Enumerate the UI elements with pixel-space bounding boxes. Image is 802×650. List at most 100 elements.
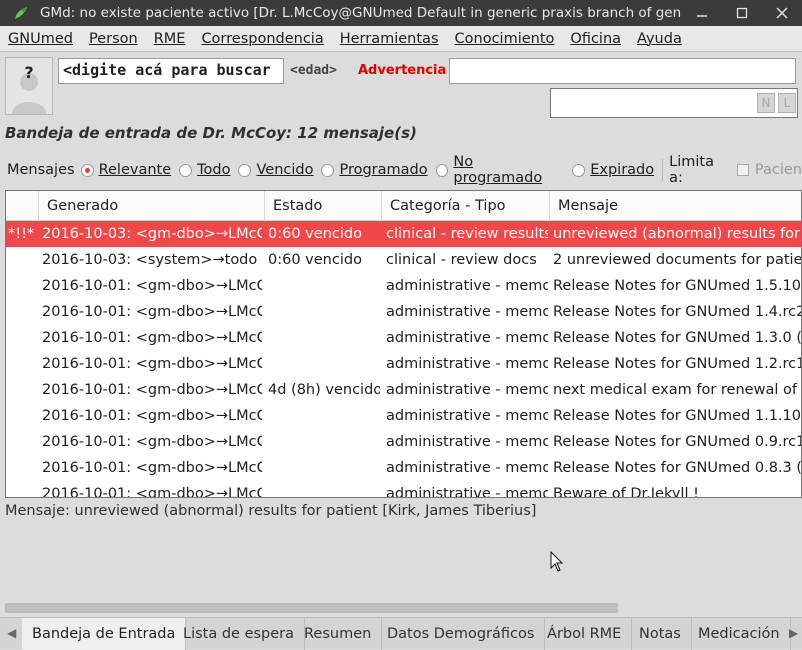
patient-search-input[interactable]: <digite acá para buscar — [58, 58, 284, 84]
tab-notas[interactable]: Notas — [629, 618, 692, 650]
tab-lista-espera[interactable]: Lista de espera — [173, 618, 306, 650]
table-row[interactable]: 2016-10-01: <gm-dbo>→LMcC administrative … — [6, 351, 802, 377]
minimize-icon — [697, 15, 707, 17]
menu-person[interactable]: Person — [81, 31, 146, 47]
table-row[interactable]: 2016-10-01: <gm-dbo>→LMcC administrative … — [6, 429, 801, 455]
cell-generated: 2016-10-01: <gm-dbo>→LMcC — [42, 304, 262, 320]
filter-vencido[interactable]: Vencido — [238, 162, 313, 178]
radio-icon — [435, 163, 449, 177]
cell-generated: 2016-10-01: <gm-dbo>→LMcC — [42, 330, 262, 346]
menu-herramientas[interactable]: Herramientas — [332, 31, 447, 47]
menu-conocimiento[interactable]: Conocimiento — [447, 31, 563, 47]
gnumed-logo-icon — [15, 7, 27, 19]
cell-flag — [8, 481, 38, 497]
menu-correspondencia[interactable]: Correspondencia — [193, 31, 331, 47]
cell-category: administrative - memo — [386, 356, 548, 372]
window-title: GMd: no existe paciente activo [Dr. L.Mc… — [40, 5, 682, 21]
cell-category: administrative - memo — [386, 460, 548, 476]
cell-message: Beware of Dr.Jekyll ! — [553, 486, 699, 498]
tab-medicacion[interactable]: Medicación — [688, 618, 791, 650]
close-icon — [776, 7, 788, 19]
filter-expirado[interactable]: Expirado — [572, 162, 654, 178]
cell-generated: 2016-10-01: <gm-dbo>→LMcC — [42, 382, 262, 398]
cell-category: administrative - memo — [386, 278, 548, 294]
cell-state — [268, 299, 380, 325]
limit-patient-checkbox[interactable] — [737, 164, 749, 176]
close-window-button[interactable] — [762, 0, 802, 26]
menu-gnumed[interactable]: GNUmed — [0, 31, 81, 47]
cell-flag — [8, 403, 38, 429]
radio-icon — [179, 163, 193, 177]
n-button[interactable]: N — [757, 93, 775, 113]
filter-programado[interactable]: Programado — [321, 162, 428, 178]
tab-datos-demograficos[interactable]: Datos Demográficos — [377, 618, 546, 650]
limit-label: Limita a: — [669, 154, 714, 186]
table-row[interactable]: 2016-10-01: <gm-dbo>→LMcC administrative … — [6, 403, 802, 429]
column-header-estado[interactable]: Estado — [264, 191, 381, 221]
cell-category: administrative - memo — [386, 304, 548, 320]
tab-scroll-left-icon[interactable]: ◀ — [7, 626, 16, 640]
cell-flag — [8, 325, 38, 351]
inbox-title: Bandeja de entrada de Dr. McCoy: 12 mens… — [5, 124, 417, 142]
menu-rme[interactable]: RME — [146, 31, 194, 47]
cell-message: Release Notes for GNUmed 1.4.rc2 ( — [553, 304, 802, 320]
cell-state — [268, 351, 380, 377]
encounter-field[interactable]: N L — [550, 88, 798, 118]
menu-bar: GNUmed Person RME Correspondencia Herram… — [0, 26, 802, 52]
table-row[interactable]: 2016-10-01: <gm-dbo>→LMcC administrative … — [6, 481, 801, 498]
warning-field[interactable] — [449, 58, 796, 84]
cell-state — [268, 429, 380, 455]
table-row[interactable]: 2016-10-03: <system>→todo 0:60 vencido cli… — [6, 247, 801, 273]
table-row[interactable]: 2016-10-01: <gm-dbo>→LMcC administrative … — [6, 325, 802, 351]
horizontal-scrollbar[interactable] — [5, 603, 618, 613]
cell-flag — [8, 455, 38, 481]
inbox-message-list[interactable]: Generado Estado Categoría - Tipo Mensaje… — [5, 190, 802, 498]
table-row[interactable]: 2016-10-01: <gm-dbo>→LMcC 4d (8h) vencido… — [6, 377, 801, 403]
menu-oficina[interactable]: Oficina — [562, 31, 629, 47]
cell-flag — [8, 429, 38, 455]
maximize-button[interactable] — [722, 0, 762, 26]
table-row[interactable]: 2016-10-01: <gm-dbo>→LMcC administrative … — [6, 273, 801, 299]
cell-state: 0:60 vencido — [268, 252, 362, 268]
maximize-icon — [736, 7, 748, 19]
cell-category: administrative - memo — [386, 330, 548, 346]
cell-message: Release Notes for GNUmed 1.3.0 (d — [553, 330, 802, 346]
table-row[interactable]: 2016-10-01: <gm-dbo>→LMcC administrative … — [6, 455, 801, 481]
tab-scroll-right-icon[interactable]: ▶ — [789, 626, 798, 640]
cell-flag: *!!* — [8, 226, 35, 242]
l-button[interactable]: L — [778, 93, 796, 113]
column-header-mensaje[interactable]: Mensaje — [549, 191, 801, 221]
tab-bandeja[interactable]: Bandeja de Entrada — [22, 618, 187, 650]
column-header-categoria[interactable]: Categoría - Tipo — [381, 191, 549, 221]
cell-generated: 2016-10-01: <gm-dbo>→LMcC — [42, 460, 262, 476]
table-row[interactable]: 2016-10-01: <gm-dbo>→LMcC administrative … — [6, 299, 802, 325]
cell-flag — [8, 351, 38, 377]
tab-resumen[interactable]: Resumen — [294, 618, 383, 650]
svg-text:?: ? — [24, 63, 33, 82]
cell-state — [268, 273, 380, 299]
minimize-button[interactable] — [682, 0, 722, 26]
filter-label: Mensajes — [7, 162, 75, 178]
filter-todo[interactable]: Todo — [179, 162, 230, 178]
filter-no-programado[interactable]: No programado — [435, 154, 565, 186]
tab-arbol-rme[interactable]: Árbol RME — [537, 618, 633, 650]
avatar[interactable]: ? — [5, 57, 53, 115]
cell-message: Release Notes for GNUmed 1.2.rc1 ( — [553, 356, 802, 372]
radio-icon — [572, 163, 586, 177]
cell-generated: 2016-10-01: <gm-dbo>→LMcC — [42, 408, 262, 424]
message-detail-area — [5, 520, 802, 602]
menu-ayuda[interactable]: Ayuda — [629, 31, 690, 47]
cell-generated: 2016-10-01: <gm-dbo>→LMcC — [42, 356, 262, 372]
age-label: <edad> — [290, 63, 337, 78]
cell-flag — [8, 247, 38, 273]
radio-selected-icon — [80, 163, 94, 177]
cell-flag — [8, 273, 38, 299]
column-header-flag[interactable] — [6, 191, 38, 221]
cell-category: clinical - review results — [386, 226, 548, 242]
cell-message: Release Notes for GNUmed 1.1.10 ( — [553, 408, 802, 424]
cell-generated: 2016-10-03: <system>→todo — [42, 252, 258, 268]
column-header-generado[interactable]: Generado — [38, 191, 264, 221]
filter-relevante[interactable]: Relevante — [80, 162, 171, 178]
table-row[interactable]: *!!* 2016-10-03: <gm-dbo>→LMcC 0:60 vencid… — [6, 221, 801, 247]
patient-toolbar: ? <digite acá para buscar <edad> Adverte… — [0, 52, 802, 120]
